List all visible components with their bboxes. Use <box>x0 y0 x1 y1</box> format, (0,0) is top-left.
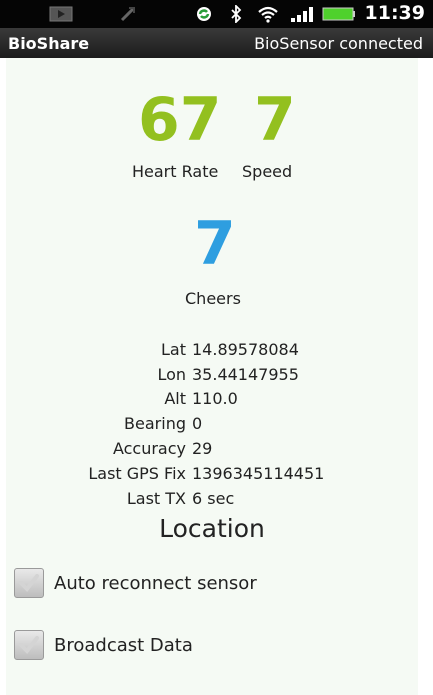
cheers-value: 7 <box>194 209 236 279</box>
bluetooth-icon <box>228 5 244 23</box>
sync-icon <box>194 5 214 23</box>
heart-rate-label: Heart Rate <box>132 162 219 181</box>
auto-reconnect-label: Auto reconnect sensor <box>54 572 257 594</box>
clock: 11:39 <box>364 2 425 24</box>
cheers-label: Cheers <box>185 289 241 308</box>
speed-value: 7 <box>254 85 296 155</box>
gps-value: 6 sec <box>192 489 235 508</box>
gps-row-alt: Alt 110.0 <box>6 389 418 411</box>
speed-label: Speed <box>242 162 293 181</box>
status-bar: 11:39 <box>0 0 433 28</box>
connection-status: BioSensor connected <box>254 34 423 53</box>
auto-reconnect-option[interactable]: Auto reconnect sensor <box>14 566 257 600</box>
gps-value: 29 <box>192 439 213 458</box>
title-bar: BioShare BioSensor connected <box>0 28 433 58</box>
section-title-location: Location <box>159 514 265 543</box>
wifi-icon <box>256 5 280 23</box>
broadcast-data-option[interactable]: Broadcast Data <box>14 628 193 662</box>
checkmark-icon <box>19 574 39 593</box>
gps-key: Bearing <box>124 414 186 433</box>
gps-row-accuracy: Accuracy 29 <box>6 439 418 461</box>
gps-value: 0 <box>192 414 203 433</box>
gps-key: Accuracy <box>112 439 186 458</box>
gps-value: 1396345114451 <box>192 464 325 483</box>
gps-key: Lon <box>157 365 186 384</box>
gps-key: Lat <box>161 340 186 359</box>
gps-value: 110.0 <box>192 389 238 408</box>
broadcast-data-checkbox[interactable] <box>14 630 44 660</box>
gps-row-last-tx: Last TX 6 sec <box>6 489 418 511</box>
checkmark-icon <box>19 636 39 655</box>
gps-row-last-fix: Last GPS Fix 1396345114451 <box>6 464 418 486</box>
battery-icon <box>322 5 356 23</box>
gps-key: Last TX <box>126 489 186 508</box>
gps-value: 14.89578084 <box>192 340 299 359</box>
gps-key: Alt <box>164 389 186 408</box>
gps-value: 35.44147955 <box>192 365 299 384</box>
signal-off-icon <box>118 5 138 23</box>
main-content: 67 7 Heart Rate Speed 7 Cheers Lat 14.89… <box>6 58 418 695</box>
auto-reconnect-checkbox[interactable] <box>14 568 44 598</box>
gps-row-lat: Lat 14.89578084 <box>6 340 418 362</box>
gps-key: Last GPS Fix <box>88 464 186 483</box>
app-title: BioShare <box>8 34 90 53</box>
gps-row-bearing: Bearing 0 <box>6 414 418 436</box>
media-icon <box>48 5 74 23</box>
heart-rate-value: 67 <box>138 85 222 155</box>
cell-signal-icon <box>288 5 318 23</box>
broadcast-data-label: Broadcast Data <box>54 634 193 656</box>
gps-row-lon: Lon 35.44147955 <box>6 365 418 387</box>
